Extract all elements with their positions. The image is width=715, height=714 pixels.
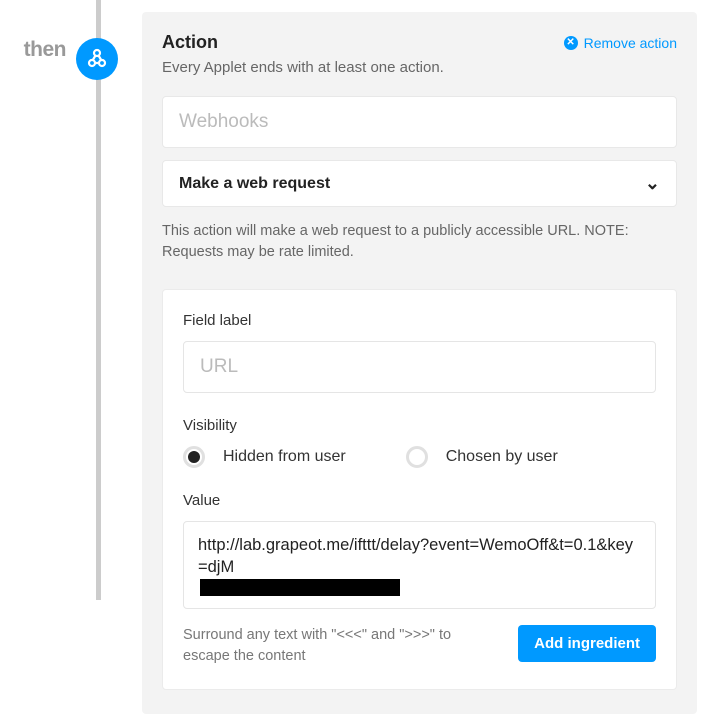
action-type-dropdown[interactable]: Make a web request ⌄ <box>162 160 677 207</box>
then-label: then <box>24 38 66 62</box>
remove-action-link[interactable]: ✕ Remove action <box>564 35 677 51</box>
action-description: This action will make a web request to a… <box>162 221 677 263</box>
action-subtitle: Every Applet ends with at least one acti… <box>162 59 677 76</box>
action-type-label: Make a web request <box>179 175 330 193</box>
app-root: then Action ✕ Remove action Every Applet… <box>0 0 715 600</box>
value-input[interactable]: http://lab.grapeot.me/ifttt/delay?event=… <box>183 521 656 609</box>
visibility-chosen-label: Chosen by user <box>446 448 558 466</box>
visibility-options: Hidden from user Chosen by user <box>183 446 656 468</box>
action-title: Action <box>162 32 218 53</box>
field-config-card: Field label URL Visibility Hidden from u… <box>162 289 677 690</box>
visibility-hidden-label: Hidden from user <box>223 448 346 466</box>
main-column: Action ✕ Remove action Every Applet ends… <box>130 0 715 600</box>
card-header: Action ✕ Remove action <box>162 32 677 53</box>
add-ingredient-button[interactable]: Add ingredient <box>518 625 656 662</box>
value-title: Value <box>183 492 656 509</box>
remove-action-label: Remove action <box>584 35 677 51</box>
radio-icon <box>406 446 428 468</box>
value-text: http://lab.grapeot.me/ifttt/delay?event=… <box>198 534 641 579</box>
value-footer: Surround any text with "<<<" and ">>>" t… <box>183 625 656 667</box>
webhooks-icon <box>76 38 118 80</box>
close-icon: ✕ <box>564 36 578 50</box>
chevron-down-icon: ⌄ <box>645 173 660 194</box>
radio-icon <box>183 446 205 468</box>
visibility-hidden-radio[interactable]: Hidden from user <box>183 446 346 468</box>
redacted-block <box>200 579 400 596</box>
field-label-title: Field label <box>183 312 656 329</box>
escape-hint: Surround any text with "<<<" and ">>>" t… <box>183 625 498 667</box>
action-card: Action ✕ Remove action Every Applet ends… <box>142 12 697 714</box>
visibility-chosen-radio[interactable]: Chosen by user <box>406 446 558 468</box>
field-label-input[interactable]: URL <box>183 341 656 393</box>
visibility-title: Visibility <box>183 417 656 434</box>
service-select[interactable]: Webhooks <box>162 96 677 148</box>
timeline-line <box>96 0 101 600</box>
timeline-column: then <box>0 0 130 600</box>
